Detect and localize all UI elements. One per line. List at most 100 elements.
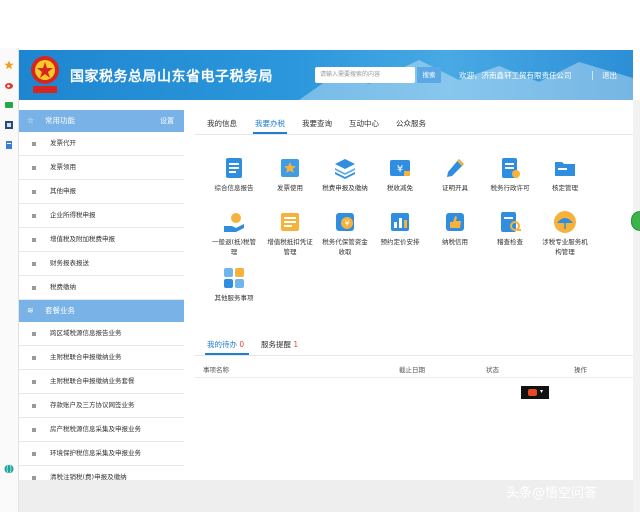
settings-link[interactable]: 设置 bbox=[160, 110, 174, 132]
sidebar-item-label: 房产税税源信息采集及申报业务 bbox=[50, 425, 141, 433]
bullet-icon bbox=[32, 404, 36, 408]
bullet-icon bbox=[32, 452, 36, 456]
divider bbox=[195, 355, 633, 356]
service-item[interactable]: 其他服务事项 bbox=[209, 266, 259, 303]
tab-label: 服务提醒 bbox=[261, 340, 291, 349]
section-label: 套餐业务 bbox=[45, 306, 75, 315]
service-label: 证明开具 bbox=[442, 184, 468, 192]
sidebar-item-label: 增值税及附加税费申报 bbox=[50, 235, 115, 243]
service-item[interactable]: 证明开具 bbox=[430, 156, 480, 193]
sidebar-item[interactable]: 发票代开 bbox=[19, 132, 184, 156]
service-label: 涉税专业服务机构管理 bbox=[542, 238, 588, 256]
weibo-icon[interactable] bbox=[4, 80, 14, 90]
sidebar-section-common[interactable]: ☆ 常用功能 设置 bbox=[19, 110, 184, 132]
tab-interaction[interactable]: 互动中心 bbox=[349, 118, 379, 129]
license-doc-icon bbox=[502, 158, 520, 178]
tab-my-info[interactable]: 我的信息 bbox=[207, 118, 237, 129]
sidebar-item[interactable]: 财务报表报送 bbox=[19, 252, 184, 276]
floating-widget[interactable]: ▾ bbox=[521, 386, 549, 399]
sidebar-item[interactable]: 环境保护税信息采集及申报业务 bbox=[19, 442, 184, 466]
reminder-count: 1 bbox=[293, 340, 299, 349]
bullet-icon bbox=[32, 214, 36, 218]
service-item[interactable]: 综合信息报告 bbox=[209, 156, 259, 193]
bullet-icon bbox=[32, 286, 36, 290]
service-item[interactable]: 税费申报及缴纳 bbox=[320, 156, 370, 193]
service-item[interactable]: 税务行政许可 bbox=[485, 156, 535, 193]
app-icon[interactable] bbox=[4, 120, 14, 130]
active-tab-indicator bbox=[253, 132, 287, 134]
grid-apps-icon bbox=[224, 268, 244, 288]
service-item[interactable]: 发票使用 bbox=[265, 156, 315, 193]
sidebar-item[interactable]: 跨区域税源信息报告业务 bbox=[19, 322, 184, 346]
message-icon[interactable] bbox=[4, 100, 14, 110]
tab-public-service[interactable]: 公众服务 bbox=[396, 118, 426, 129]
watermark-text: 头条@悟空问答 bbox=[506, 486, 598, 501]
bullet-icon bbox=[32, 142, 36, 146]
doc-icon[interactable] bbox=[4, 140, 14, 150]
search-button[interactable]: 搜索 bbox=[417, 67, 441, 83]
layers-stack-icon bbox=[335, 159, 355, 179]
service-item[interactable]: 增值税抵扣凭证管理 bbox=[265, 210, 315, 257]
column-header: 状态 bbox=[486, 366, 499, 374]
voucher-icon bbox=[281, 213, 299, 231]
service-panel: 我的信息 我要办税 我要查询 互动中心 公众服务 综合信息报告 发票使用 税费申… bbox=[195, 110, 633, 319]
sidebar-item[interactable]: 主附税联合申报缴纳业务 bbox=[19, 346, 184, 370]
service-item[interactable]: 预约定价安排 bbox=[375, 210, 425, 247]
service-item[interactable]: 稽查检查 bbox=[485, 210, 535, 247]
sidebar-item-label: 财务报表报送 bbox=[50, 259, 89, 267]
service-label: 税务代保管资金收取 bbox=[322, 238, 368, 256]
bullet-icon bbox=[32, 166, 36, 170]
sidebar-item[interactable]: 发票领用 bbox=[19, 156, 184, 180]
tab-label: 我的待办 bbox=[207, 340, 237, 349]
bullet-icon bbox=[32, 356, 36, 360]
sidebar-item[interactable]: 主附税联合申报缴纳业务套餐 bbox=[19, 370, 184, 394]
tab-my-todo[interactable]: 我的待办 0 bbox=[207, 339, 244, 350]
side-float-badge[interactable] bbox=[631, 211, 640, 231]
sidebar-section-package[interactable]: ≋ 套餐业务 bbox=[19, 300, 184, 322]
todo-count: 0 bbox=[239, 340, 245, 349]
search-input[interactable]: 请输入需要搜索的内容 bbox=[315, 67, 415, 83]
thumb-up-icon bbox=[446, 213, 464, 231]
sidebar-item[interactable]: 税费缴纳 bbox=[19, 276, 184, 300]
service-item[interactable]: ¥ 税收减免 bbox=[375, 156, 425, 193]
bullet-icon bbox=[32, 262, 36, 266]
welcome-text: 欢迎，济南鑫轩工贸有限责任公司 bbox=[459, 71, 572, 80]
main-tabs: 我的信息 我要办税 我要查询 互动中心 公众服务 bbox=[195, 110, 633, 135]
column-header: 截止日期 bbox=[399, 366, 425, 374]
sidebar-item[interactable]: 房产税税源信息采集及申报业务 bbox=[19, 418, 184, 442]
sidebar-item-label: 环境保护税信息采集及申报业务 bbox=[50, 449, 141, 457]
sidebar-item[interactable]: 存款账户及三方协议网签业务 bbox=[19, 394, 184, 418]
star-outline-icon: ☆ bbox=[27, 116, 35, 125]
tab-tax-handling[interactable]: 我要办税 bbox=[255, 118, 285, 129]
sidebar-item-label: 企业所得税申报 bbox=[50, 211, 96, 219]
sidebar: ☆ 常用功能 设置 发票代开 发票领用 其他申报 企业所得税申报 增值税及附加税… bbox=[19, 110, 184, 512]
sidebar-item-label: 跨区域税源信息报告业务 bbox=[50, 329, 122, 337]
right-edge bbox=[633, 100, 640, 512]
sidebar-item[interactable]: 企业所得税申报 bbox=[19, 204, 184, 228]
service-label: 核定管理 bbox=[552, 184, 578, 192]
service-item[interactable]: 涉税专业服务机构管理 bbox=[540, 210, 590, 257]
site-title: 国家税务总局山东省电子税务局 bbox=[70, 69, 273, 85]
tax-emblem-logo bbox=[31, 56, 59, 93]
site-header: 国家税务总局山东省电子税务局 请输入需要搜索的内容 搜索 欢迎，济南鑫轩工贸有限… bbox=[19, 50, 633, 100]
service-item[interactable]: ¥ 税务代保管资金收取 bbox=[320, 210, 370, 257]
sidebar-item-label: 存款账户及三方协议网签业务 bbox=[50, 401, 135, 409]
sidebar-item[interactable]: 增值税及附加税费申报 bbox=[19, 228, 184, 252]
logout-link[interactable]: 退出 bbox=[602, 70, 617, 81]
star-icon[interactable] bbox=[4, 60, 14, 70]
tab-query[interactable]: 我要查询 bbox=[302, 118, 332, 129]
tab-service-reminder[interactable]: 服务提醒 1 bbox=[261, 339, 298, 350]
sidebar-item-label: 发票领用 bbox=[50, 163, 76, 171]
sidebar-item-label: 税费缴纳 bbox=[50, 283, 76, 291]
svg-text:¥: ¥ bbox=[344, 219, 349, 228]
sidebar-item-label: 主附税联合申报缴纳业务 bbox=[50, 353, 122, 361]
service-item[interactable]: 核定管理 bbox=[540, 156, 590, 193]
top-margin bbox=[0, 0, 640, 48]
globe-icon[interactable] bbox=[4, 464, 14, 474]
bullet-icon bbox=[32, 238, 36, 242]
service-item[interactable]: 一般退(抵)税管理 bbox=[209, 210, 259, 257]
sidebar-item[interactable]: 其他申报 bbox=[19, 180, 184, 204]
section-label: 常用功能 bbox=[45, 116, 75, 125]
chevron-down-icon: ▾ bbox=[540, 388, 544, 395]
service-item[interactable]: 纳税信用 bbox=[430, 210, 480, 247]
